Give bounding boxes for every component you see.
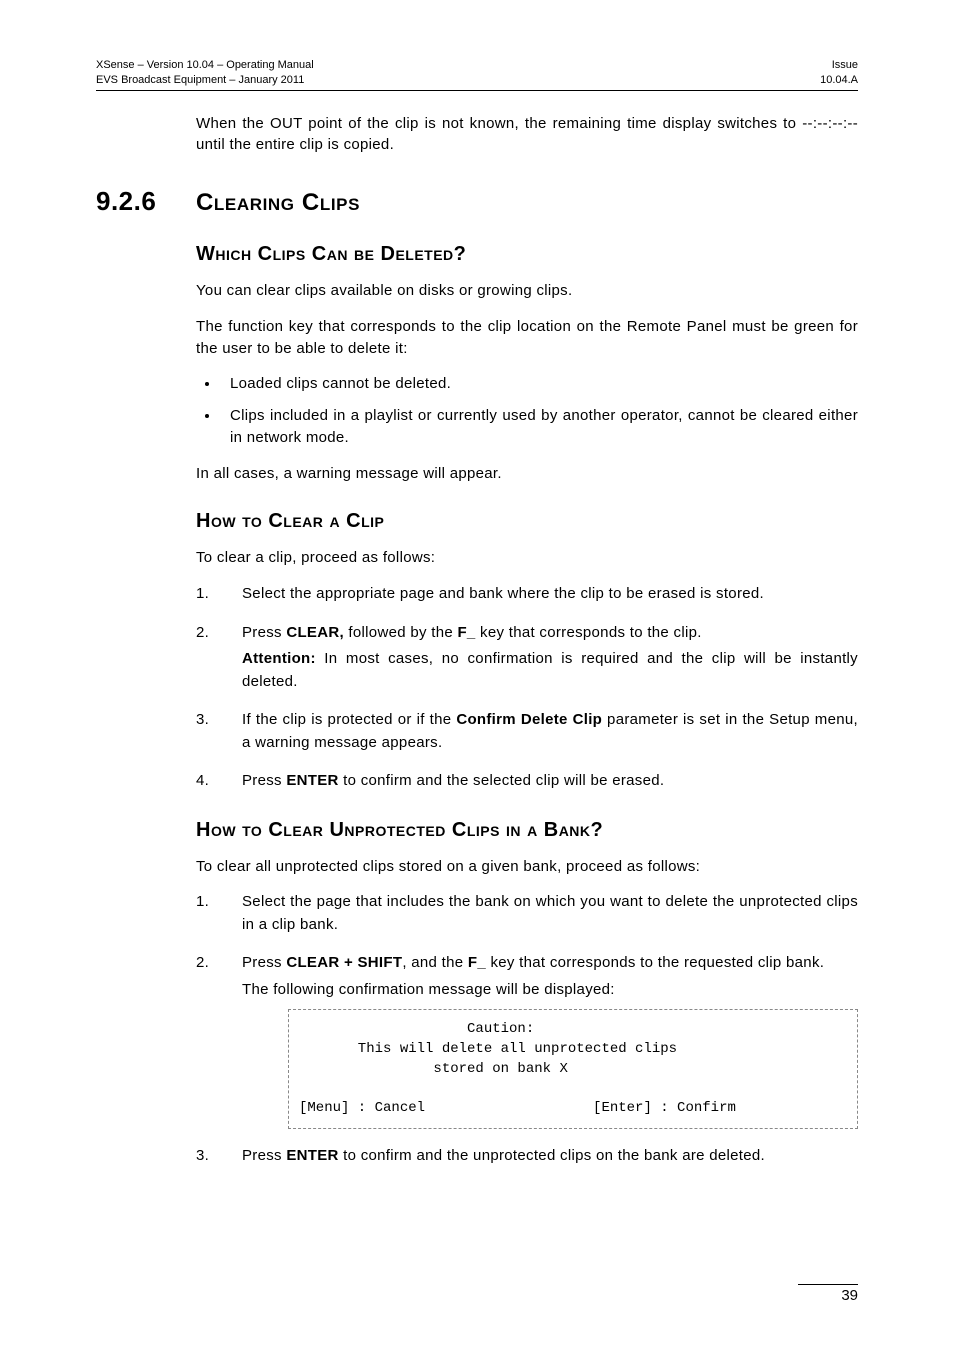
step-item: Select the appropriate page and bank whe… <box>196 583 858 606</box>
step-attention: Attention: In most cases, no confirmatio… <box>242 648 858 693</box>
attention-label: Attention: <box>242 650 316 667</box>
intro-block: When the OUT point of the clip is not kn… <box>196 113 858 157</box>
list-item: Loaded clips cannot be deleted. <box>220 373 858 395</box>
page: XSense – Version 10.04 – Operating Manua… <box>0 0 954 1350</box>
step-text: Select the appropriate page and bank whe… <box>242 585 764 602</box>
header-right: Issue 10.04.A <box>820 58 858 88</box>
step-text-part: followed by the <box>344 624 458 641</box>
sub2-intro: To clear a clip, proceed as follows: <box>196 547 858 569</box>
step-text-bold: F_ <box>457 624 475 641</box>
sub3-intro: To clear all unprotected clips stored on… <box>196 856 858 878</box>
step-text-bold: F_ <box>468 954 486 971</box>
step-text-part: to confirm and the unprotected clips on … <box>339 1147 765 1164</box>
step-text-bold: CLEAR, <box>286 624 344 641</box>
step-text-part: to confirm and the selected clip will be… <box>339 772 665 789</box>
list-item: Clips included in a playlist or currentl… <box>220 405 858 449</box>
step-text-bold: ENTER <box>286 772 338 789</box>
step-text-bold: CLEAR + SHIFT <box>286 954 402 971</box>
step-text-bold: Confirm Delete Clip <box>456 711 602 728</box>
sub3-steps: Select the page that includes the bank o… <box>196 891 858 1167</box>
step-text-part: Press <box>242 954 286 971</box>
sub1-p3: In all cases, a warning message will app… <box>196 463 858 485</box>
section-number: 9.2.6 <box>96 186 196 217</box>
intro-paragraph: When the OUT point of the clip is not kn… <box>196 113 858 157</box>
subheading-clear-unprotected: How to Clear Unprotected Clips in a Bank… <box>196 819 858 842</box>
sub1-p1: You can clear clips available on disks o… <box>196 280 858 302</box>
step-text-part: , and the <box>402 954 468 971</box>
step-item: Press CLEAR + SHIFT, and the F_ key that… <box>196 952 858 1129</box>
step-text-part: Press <box>242 624 286 641</box>
attention-text: In most cases, no confirmation is requir… <box>242 650 858 690</box>
step-continuation: The following confirmation message will … <box>242 979 858 1002</box>
step-item: Press ENTER to confirm and the selected … <box>196 770 858 793</box>
header-product-line: XSense – Version 10.04 – Operating Manua… <box>96 59 314 71</box>
step-text-part: key that corresponds to the clip. <box>476 624 702 641</box>
step-text: Select the page that includes the bank o… <box>242 893 858 933</box>
header-left: XSense – Version 10.04 – Operating Manua… <box>96 58 314 88</box>
subheading-which-clips: Which Clips Can be Deleted? <box>196 243 858 266</box>
header-issue-label: Issue <box>832 59 858 71</box>
subheading-how-to-clear: How to Clear a Clip <box>196 510 858 533</box>
step-item: Press CLEAR, followed by the F_ key that… <box>196 622 858 694</box>
step-text-part: Press <box>242 1147 286 1164</box>
caution-box: Caution: This will delete all unprotecte… <box>288 1009 858 1129</box>
section-body: Which Clips Can be Deleted? You can clea… <box>196 243 858 1168</box>
step-text-part: Press <box>242 772 286 789</box>
step-item: Select the page that includes the bank o… <box>196 891 858 936</box>
step-item: If the clip is protected or if the Confi… <box>196 709 858 754</box>
step-item: Press ENTER to confirm and the unprotect… <box>196 1145 858 1168</box>
section-title: Clearing Clips <box>196 189 360 217</box>
sub1-p2: The function key that corresponds to the… <box>196 316 858 360</box>
step-text-part: If the clip is protected or if the <box>242 711 456 728</box>
section-heading-row: 9.2.6 Clearing Clips <box>96 186 858 217</box>
page-number: 39 <box>798 1284 858 1304</box>
sub2-steps: Select the appropriate page and bank whe… <box>196 583 858 793</box>
step-text-part: key that corresponds to the requested cl… <box>486 954 824 971</box>
sub1-bullet-list: Loaded clips cannot be deleted. Clips in… <box>196 373 858 448</box>
page-header: XSense – Version 10.04 – Operating Manua… <box>96 58 858 91</box>
header-issue-number: 10.04.A <box>820 74 858 86</box>
header-company-line: EVS Broadcast Equipment – January 2011 <box>96 74 304 86</box>
step-text-bold: ENTER <box>286 1147 338 1164</box>
